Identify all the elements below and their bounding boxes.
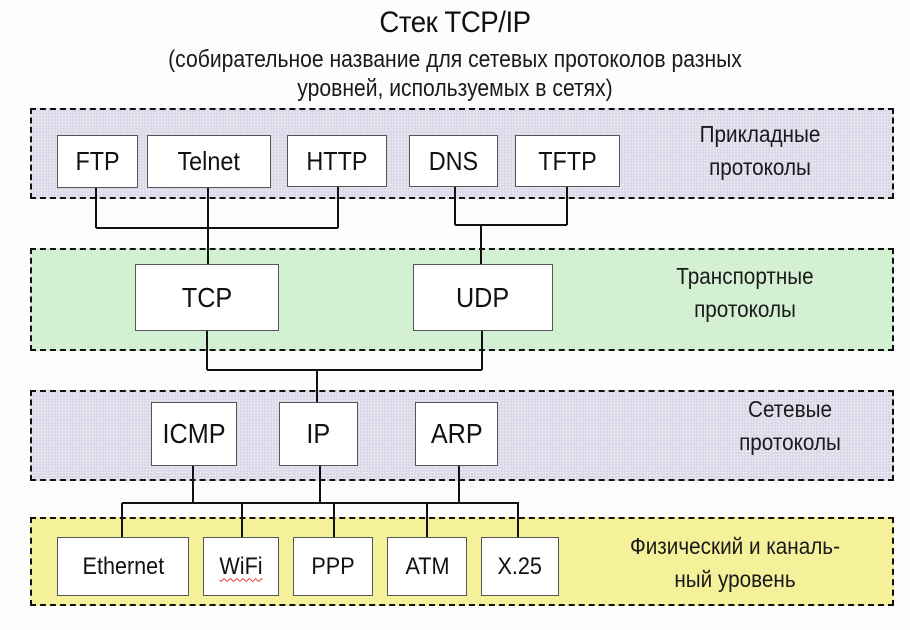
transport-layer-label: Транспортные протоколы <box>676 263 814 322</box>
protocol-box-http: HTTP <box>287 135 387 187</box>
link-layer-label: Физический и каналь- ный уровень <box>630 533 840 592</box>
protocol-box-ppp: PPP <box>293 537 373 596</box>
protocol-box-wifi: WiFi <box>203 537 279 596</box>
protocol-box-tcp: TCP <box>135 264 279 331</box>
diagram-title: Стек TCP/IP <box>379 6 531 39</box>
protocol-box-udp: UDP <box>413 264 553 331</box>
diagram-subtitle-line-2: уровней, используемых в сетях) <box>297 75 613 102</box>
protocol-box-telnet: Telnet <box>147 135 271 188</box>
protocol-box-dns: DNS <box>409 135 498 187</box>
network-layer-label: Сетевые протоколы <box>739 396 841 455</box>
protocol-box-icmp: ICMP <box>151 402 237 466</box>
diagram-subtitle-line-1: (собирательное название для сетевых прот… <box>168 46 742 73</box>
protocol-box-ip: IP <box>279 402 358 466</box>
protocol-box-ftp: FTP <box>57 135 138 188</box>
application-layer-label: Прикладные протоколы <box>699 121 821 180</box>
protocol-box-arp: ARP <box>415 402 498 466</box>
protocol-box-ethernet: Ethernet <box>57 537 189 596</box>
protocol-box-tftp: TFTP <box>515 135 620 187</box>
protocol-box-x25: X.25 <box>481 537 559 596</box>
protocol-box-atm: ATM <box>387 537 467 596</box>
